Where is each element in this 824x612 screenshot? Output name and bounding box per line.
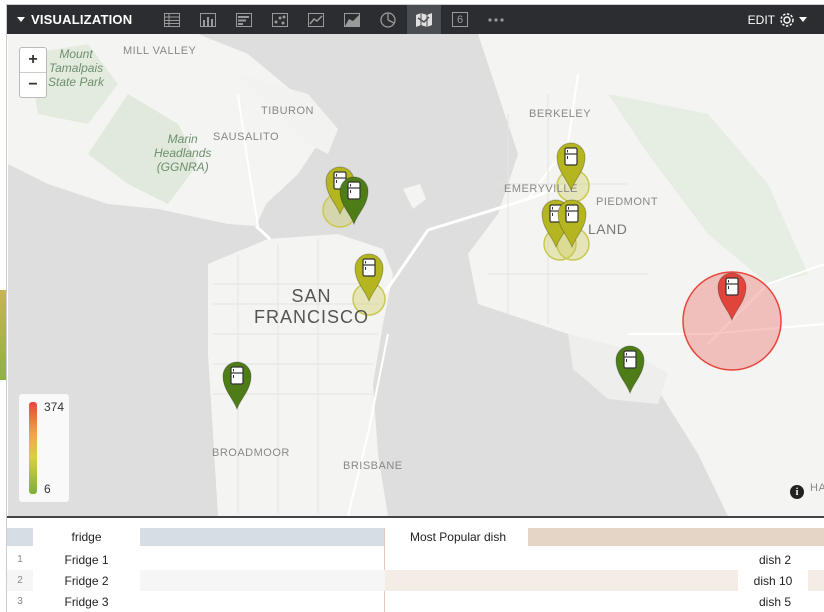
- map-view[interactable]: Mount Tamalpais State Park MILL VALLEY T…: [8, 34, 824, 516]
- pie-chart-icon: [380, 11, 396, 28]
- tab-table[interactable]: [155, 5, 189, 34]
- visualization-toolbar: VISUALIZATION 6 EDIT: [7, 5, 824, 34]
- info-icon[interactable]: i: [790, 485, 804, 499]
- edit-label: EDIT: [747, 12, 775, 27]
- gear-icon: [780, 12, 794, 27]
- color-legend: 374 6: [19, 394, 69, 502]
- label-berkeley: BERKELEY: [529, 108, 592, 120]
- fridge-pin-icon: [717, 272, 747, 321]
- visualization-panel: VISUALIZATION 6 EDIT Mount Tamalpais Sta…: [6, 4, 824, 612]
- tab-map[interactable]: [407, 5, 441, 34]
- header-most-popular-dish[interactable]: Most Popular dish: [388, 528, 528, 546]
- label-marin-headlands-line2: Headlands: [154, 146, 212, 160]
- line-chart-icon: [308, 12, 324, 27]
- label-brisbane: BRISBANE: [343, 460, 403, 472]
- sunset-marker[interactable]: [222, 360, 252, 410]
- tab-single-value[interactable]: 6: [443, 5, 477, 34]
- zoom-in-button[interactable]: +: [20, 48, 46, 73]
- map-icon: [416, 12, 432, 27]
- legend-max: 374: [44, 400, 65, 414]
- label-mount-tamalpais-line3: State Park: [48, 75, 105, 89]
- label-mount-tamalpais: Mount Tamalpais State Park: [48, 47, 104, 89]
- map-basemap: [8, 34, 824, 516]
- legend-min: 6: [44, 482, 51, 496]
- fridge-pin-icon: [556, 142, 586, 191]
- table-row: 1 Fridge 1 dish 2: [7, 549, 824, 570]
- zoom-control: + −: [19, 47, 47, 98]
- header-fridge-fill: [140, 528, 385, 546]
- column-chart-icon: [200, 12, 216, 27]
- sausalito-marker-2[interactable]: [339, 175, 369, 225]
- single-value-icon: 6: [452, 12, 468, 27]
- visualization-toggle[interactable]: VISUALIZATION: [17, 5, 132, 34]
- table-icon: [164, 12, 180, 27]
- label-oakland: LAND: [588, 221, 628, 237]
- tab-column-chart[interactable]: [191, 5, 225, 34]
- embarcadero-marker[interactable]: [354, 252, 384, 302]
- label-mount-tamalpais-line2: Tamalpais: [48, 61, 104, 75]
- tab-area-chart[interactable]: [335, 5, 369, 34]
- label-mill-valley: MILL VALLEY: [123, 45, 197, 57]
- fridge-cell: Fridge 2: [33, 570, 140, 591]
- fridge-cell: Fridge 3: [64, 594, 109, 609]
- visualization-title: VISUALIZATION: [31, 12, 133, 27]
- fridge-pin-icon: [615, 345, 645, 394]
- bar-chart-icon: [236, 12, 252, 27]
- tab-scatter-chart[interactable]: [263, 5, 297, 34]
- caret-down-icon: [17, 17, 25, 22]
- label-san-francisco-line1: SAN: [291, 286, 332, 306]
- more-icon: [488, 17, 504, 22]
- dish-cell: dish 2: [758, 552, 792, 567]
- label-broadmoor: BROADMOOR: [212, 447, 290, 459]
- fridge-cell: Fridge 1: [64, 552, 109, 567]
- legend-gradient: [29, 402, 37, 494]
- label-mount-tamalpais-line1: Mount: [59, 47, 93, 61]
- emeryville-marker[interactable]: [556, 141, 586, 191]
- dish-cell: dish 10: [738, 570, 808, 591]
- table-row: 2 Fridge 2 dish 10: [7, 570, 824, 591]
- east-oakland-marker[interactable]: [717, 271, 747, 321]
- dish-cell: dish 5: [758, 594, 792, 609]
- oakland-marker-2[interactable]: [557, 198, 587, 248]
- label-marin-headlands: Marin Headlands (GGNRA): [154, 132, 211, 174]
- header-dish-fill: [528, 528, 824, 546]
- scatter-chart-icon: [272, 12, 288, 27]
- zoom-out-button[interactable]: −: [20, 73, 46, 97]
- label-piedmont: PIEDMONT: [596, 196, 659, 208]
- alameda-marker[interactable]: [615, 344, 645, 394]
- fridge-pin-icon: [222, 361, 252, 410]
- map-table-divider: [7, 516, 824, 518]
- row-number: 3: [17, 596, 23, 607]
- results-table: fridge Most Popular dish 1 Fridge 1 dish…: [7, 520, 824, 612]
- tab-line-chart[interactable]: [299, 5, 333, 34]
- table-row: 3 Fridge 3 dish 5: [7, 591, 824, 612]
- header-row-num: [7, 528, 33, 546]
- table-header: fridge Most Popular dish: [7, 528, 824, 546]
- header-fridge[interactable]: fridge: [33, 528, 140, 546]
- tab-bar-chart[interactable]: [227, 5, 261, 34]
- fridge-pin-icon: [339, 176, 369, 225]
- tab-pie-chart[interactable]: [371, 5, 405, 34]
- fridge-pin-icon: [557, 199, 587, 248]
- edit-button[interactable]: EDIT: [748, 5, 807, 34]
- label-marin-headlands-line3: (GGNRA): [156, 160, 209, 174]
- chevron-down-icon: [799, 17, 807, 22]
- label-san-francisco-line2: FRANCISCO: [254, 307, 370, 327]
- label-marin-headlands-line1: Marin: [167, 132, 198, 146]
- area-chart-icon: [344, 12, 360, 27]
- label-san-francisco: SAN FRANCISCO: [254, 286, 369, 328]
- label-sausalito: SAUSALITO: [213, 131, 280, 143]
- label-ha: HA: [810, 482, 824, 494]
- row-number: 1: [17, 554, 23, 565]
- fridge-pin-icon: [354, 253, 384, 302]
- label-tiburon: TIBURON: [261, 105, 314, 117]
- row-number: 2: [17, 575, 23, 586]
- tab-more[interactable]: [479, 5, 513, 34]
